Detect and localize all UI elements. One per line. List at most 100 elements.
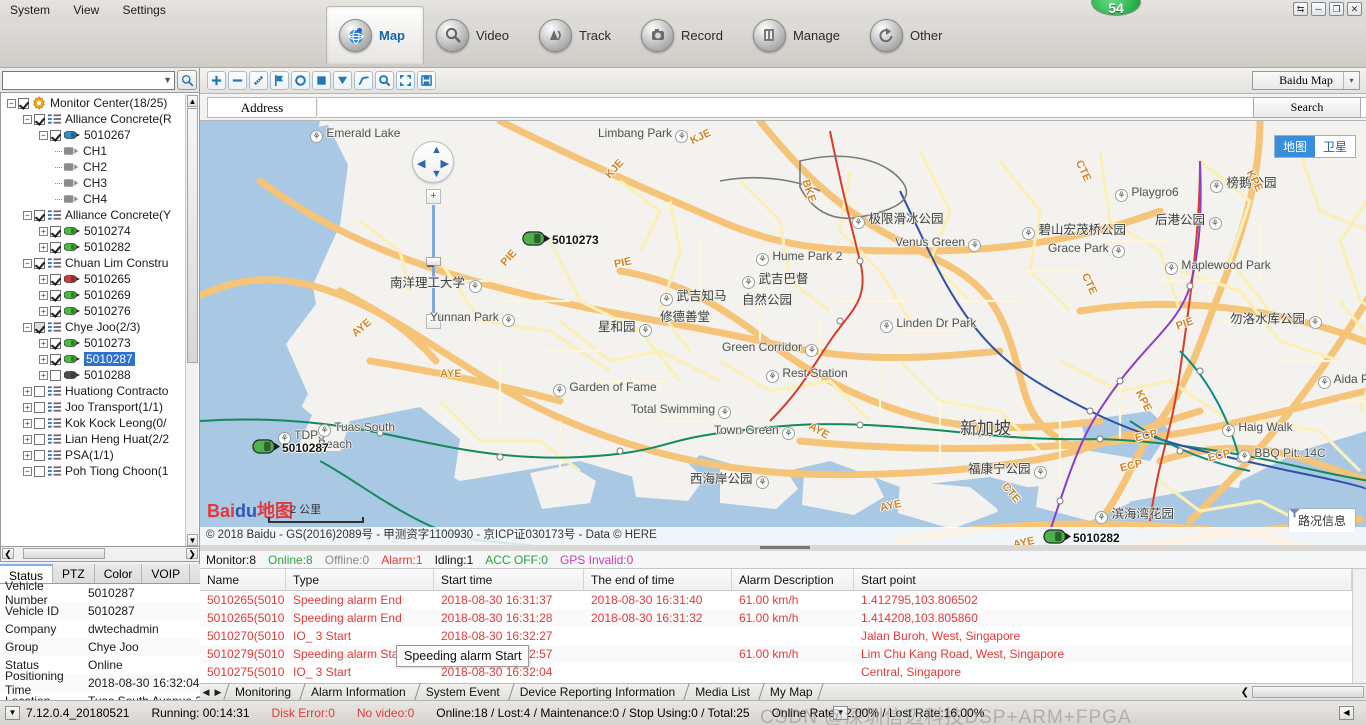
- tree-checkbox[interactable]: [34, 386, 45, 397]
- tree-expander[interactable]: +: [39, 227, 48, 236]
- tree-expander[interactable]: −: [23, 259, 32, 268]
- tree-checkbox[interactable]: [50, 226, 61, 237]
- bottom-tab-my-map[interactable]: My Map: [759, 684, 822, 700]
- tree-checkbox[interactable]: [18, 98, 29, 109]
- tree-node-5010273[interactable]: +5010273: [3, 335, 185, 351]
- tree-expander[interactable]: +: [23, 451, 32, 460]
- tree-checkbox[interactable]: [50, 130, 61, 141]
- bottom-tab-media-list[interactable]: Media List: [684, 684, 759, 700]
- device-tree[interactable]: −Monitor Center(18/25)−Alliance Concrete…: [0, 92, 200, 547]
- bottom-tab-alarm-information[interactable]: Alarm Information: [300, 684, 415, 700]
- tree-expander[interactable]: +: [23, 387, 32, 396]
- ribbon-tab-map[interactable]: Map: [326, 6, 424, 64]
- tree-checkbox[interactable]: [34, 450, 45, 461]
- map-type-satellite[interactable]: 卫星: [1315, 136, 1355, 157]
- bottom-tab-system-event[interactable]: System Event: [415, 684, 509, 700]
- chevron-down-icon[interactable]: ▼: [163, 75, 172, 85]
- vehicle-tab-voip[interactable]: VOIP: [142, 564, 190, 583]
- tree-expander[interactable]: +: [23, 419, 32, 428]
- tree-checkbox[interactable]: [50, 290, 61, 301]
- bottom-tab-monitoring[interactable]: Monitoring: [224, 684, 300, 700]
- tree-node-lian-heng-huat-2-2[interactable]: +Lian Heng Huat(2/2: [3, 431, 185, 447]
- map-resize-handle[interactable]: [760, 546, 810, 549]
- pan-down-icon[interactable]: ▼: [431, 168, 442, 180]
- tree-node-5010288[interactable]: +5010288: [3, 367, 185, 383]
- alarm-table-scrollbar[interactable]: [1352, 569, 1366, 683]
- tree-checkbox[interactable]: [50, 354, 61, 365]
- tree-vertical-scrollbar[interactable]: ▲ ▼: [185, 94, 198, 547]
- alarm-table[interactable]: NameTypeStart timeThe end of timeAlarm D…: [200, 569, 1366, 683]
- map-canvas[interactable]: .wtr{fill:#a9c8e3} .land{fill:#f4f2ee} .…: [200, 121, 1366, 545]
- tree-expander[interactable]: +: [39, 339, 48, 348]
- map-provider-select[interactable]: Baidu Map ▾: [1252, 71, 1360, 90]
- alarm-table-row[interactable]: 5010265(5010Speeding alarm End2018-08-30…: [200, 609, 1366, 627]
- zoom-thumb[interactable]: –: [426, 257, 441, 266]
- tree-node-ch2[interactable]: CH2: [3, 159, 185, 175]
- ruler-icon[interactable]: [249, 71, 268, 90]
- tree-checkbox[interactable]: [50, 338, 61, 349]
- tree-expander[interactable]: +: [39, 243, 48, 252]
- tab-nav-prev-icon[interactable]: ◀: [200, 687, 212, 698]
- tree-node-5010287[interactable]: +5010287: [3, 351, 185, 367]
- scroll-right-icon[interactable]: ❯: [186, 548, 198, 559]
- magnifier-icon[interactable]: [375, 71, 394, 90]
- tree-node-alliance-concrete-y[interactable]: −Alliance Concrete(Y: [3, 207, 185, 223]
- tree-node-5010267[interactable]: −5010267: [3, 127, 185, 143]
- minimize-icon[interactable]: ─: [1311, 2, 1326, 16]
- zoom-out-icon[interactable]: [228, 71, 247, 90]
- zoom-in-button[interactable]: +: [426, 189, 441, 204]
- tree-expander[interactable]: +: [39, 291, 48, 300]
- ribbon-tab-record[interactable]: Record: [629, 6, 741, 64]
- tree-node-ch3[interactable]: CH3: [3, 175, 185, 191]
- tree-checkbox[interactable]: [34, 210, 45, 221]
- tree-node-5010269[interactable]: +5010269: [3, 287, 185, 303]
- alarm-column-header[interactable]: Type: [286, 569, 434, 590]
- scroll-thumb[interactable]: [187, 108, 198, 363]
- tree-node-ch1[interactable]: CH1: [3, 143, 185, 159]
- tree-expander[interactable]: +: [39, 371, 48, 380]
- tree-expander[interactable]: −: [39, 131, 48, 140]
- ribbon-tab-manage[interactable]: Manage: [741, 6, 858, 64]
- pan-left-icon[interactable]: ◀: [417, 157, 425, 170]
- scroll-left-icon[interactable]: ❮: [2, 548, 14, 559]
- ribbon-tab-other[interactable]: Other: [858, 6, 961, 64]
- tree-checkbox[interactable]: [34, 466, 45, 477]
- square-icon[interactable]: [312, 71, 331, 90]
- tree-checkbox[interactable]: [50, 242, 61, 253]
- tree-node-5010282[interactable]: +5010282: [3, 239, 185, 255]
- tree-node-chuan-lim-constru[interactable]: −Chuan Lim Constru: [3, 255, 185, 271]
- tree-expander[interactable]: +: [23, 435, 32, 444]
- bottom-scroll-left-icon[interactable]: ❮: [1241, 687, 1249, 698]
- alarm-column-header[interactable]: Start time: [434, 569, 584, 590]
- alarm-column-header[interactable]: The end of time: [584, 569, 732, 590]
- close-icon[interactable]: ✕: [1347, 2, 1362, 16]
- chevron-down-icon[interactable]: ▾: [1343, 72, 1359, 89]
- menu-item-settings[interactable]: Settings: [113, 0, 176, 20]
- alarm-table-row[interactable]: 5010265(5010Speeding alarm End2018-08-30…: [200, 591, 1366, 609]
- tree-node-kok-kock-leong-0-[interactable]: +Kok Kock Leong(0/: [3, 415, 185, 431]
- restore-session-icon[interactable]: ⇆: [1293, 2, 1308, 16]
- map-type-map[interactable]: 地图: [1275, 136, 1315, 157]
- address-search-button[interactable]: Search: [1253, 97, 1361, 118]
- device-search-input[interactable]: ▼: [2, 71, 175, 90]
- tree-checkbox[interactable]: [34, 258, 45, 269]
- tree-checkbox[interactable]: [34, 322, 45, 333]
- flag-icon[interactable]: [270, 71, 289, 90]
- menu-item-view[interactable]: View: [63, 0, 109, 20]
- tree-checkbox[interactable]: [34, 114, 45, 125]
- pan-up-icon[interactable]: ▲: [431, 144, 442, 156]
- maximize-icon[interactable]: ❐: [1329, 2, 1344, 16]
- vehicle-tab-color[interactable]: Color: [95, 564, 143, 583]
- tree-expander[interactable]: +: [39, 275, 48, 284]
- scroll-down-icon[interactable]: ▼: [187, 534, 198, 546]
- tree-expander[interactable]: −: [23, 323, 32, 332]
- alarm-table-row[interactable]: 5010279(5010Speeding alarm Start2018-08-…: [200, 645, 1366, 663]
- alarm-column-header[interactable]: Name: [200, 569, 286, 590]
- search-button[interactable]: [177, 70, 197, 90]
- tree-horizontal-scrollbar[interactable]: ❮ ❯: [0, 547, 200, 562]
- tree-node-5010274[interactable]: +5010274: [3, 223, 185, 239]
- menu-item-system[interactable]: System: [0, 0, 60, 20]
- tree-expander[interactable]: −: [23, 467, 32, 476]
- address-input[interactable]: [318, 97, 1366, 118]
- polyline-icon[interactable]: [354, 71, 373, 90]
